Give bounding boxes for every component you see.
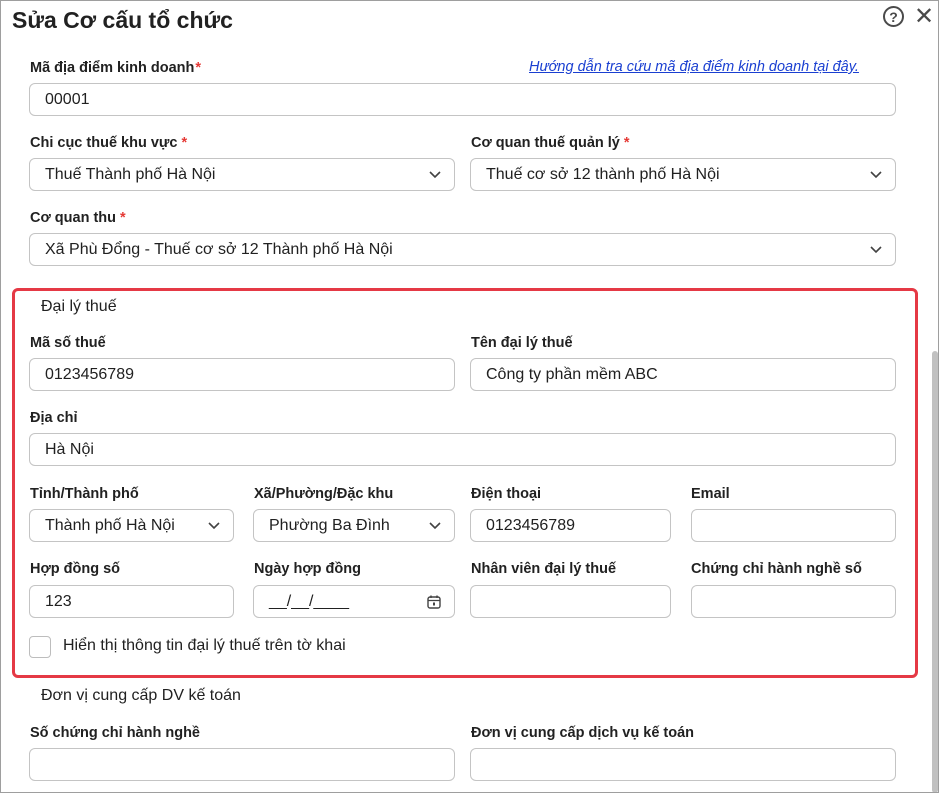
help-icon[interactable]: ? — [883, 6, 904, 27]
cert-input[interactable] — [691, 585, 896, 618]
province-label: Tỉnh/Thành phố — [30, 486, 139, 502]
tax-branch-value: Thuế Thành phố Hà Nội — [45, 165, 216, 183]
agent-name-input[interactable]: Công ty phần mềm ABC — [470, 358, 896, 391]
email-input[interactable] — [691, 509, 896, 542]
contract-date-label: Ngày hợp đồng — [254, 561, 361, 577]
chevron-down-icon — [208, 522, 220, 530]
accounting-provider-input[interactable] — [470, 748, 896, 781]
address-label: Địa chỉ — [30, 410, 78, 426]
tax-code-label: Mã số thuế — [30, 335, 106, 351]
chevron-down-icon — [429, 171, 441, 179]
tax-agent-highlight-box — [12, 288, 918, 678]
phone-value: 0123456789 — [486, 516, 575, 534]
address-input[interactable]: Hà Nội — [29, 433, 896, 466]
phone-input[interactable]: 0123456789 — [470, 509, 671, 542]
chevron-down-icon — [429, 522, 441, 530]
tax-branch-label: Chi cục thuế khu vực * — [30, 135, 188, 151]
business-location-input[interactable]: 00001 — [29, 83, 896, 116]
business-location-label: Mã địa điểm kinh doanh* — [30, 60, 202, 76]
tax-office-label: Cơ quan thuế quản lý * — [471, 135, 630, 151]
tax-branch-select[interactable]: Thuế Thành phố Hà Nội — [29, 158, 455, 191]
ward-select[interactable]: Phường Ba Đình — [253, 509, 455, 542]
collecting-agency-select[interactable]: Xã Phù Đổng - Thuế cơ sở 12 Thành phố Hà… — [29, 233, 896, 266]
tax-office-value: Thuế cơ sở 12 thành phố Hà Nội — [486, 165, 720, 183]
required-marker: * — [623, 135, 630, 151]
accounting-cert-no-input[interactable] — [29, 748, 455, 781]
accounting-cert-no-label: Số chứng chỉ hành nghề — [30, 725, 200, 741]
close-icon[interactable]: ✕ — [913, 3, 935, 30]
required-marker: * — [181, 135, 188, 151]
ward-label: Xã/Phường/Đặc khu — [254, 486, 394, 502]
address-value: Hà Nội — [45, 440, 94, 458]
tax-agent-section-title: Đại lý thuế — [41, 298, 117, 315]
province-select[interactable]: Thành phố Hà Nội — [29, 509, 234, 542]
contract-no-value: 123 — [45, 592, 72, 610]
tax-office-select[interactable]: Thuế cơ sở 12 thành phố Hà Nội — [470, 158, 896, 191]
contract-no-input[interactable]: 123 — [29, 585, 234, 618]
contract-date-placeholder: __/__/____ — [269, 592, 350, 610]
accounting-provider-label: Đơn vị cung cấp dịch vụ kế toán — [471, 725, 695, 741]
tax-code-input[interactable]: 0123456789 — [29, 358, 455, 391]
staff-label: Nhân viên đại lý thuế — [471, 561, 617, 577]
business-location-guide-link[interactable]: Hướng dẫn tra cứu mã địa điểm kinh doanh… — [529, 59, 859, 75]
phone-label: Điện thoại — [471, 486, 542, 502]
show-on-declaration-label: Hiển thị thông tin đại lý thuế trên tờ k… — [63, 637, 346, 654]
required-marker: * — [120, 210, 126, 226]
show-on-declaration-checkbox[interactable] — [29, 636, 51, 658]
scrollbar-thumb[interactable] — [932, 351, 938, 792]
ward-value: Phường Ba Đình — [269, 516, 390, 534]
collecting-agency-value: Xã Phù Đổng - Thuế cơ sở 12 Thành phố Hà… — [45, 240, 393, 258]
agent-name-label: Tên đại lý thuế — [471, 335, 573, 351]
accounting-provider-section-title: Đơn vị cung cấp DV kế toán — [41, 687, 241, 704]
contract-no-label: Hợp đồng số — [30, 561, 121, 577]
agent-name-value: Công ty phần mềm ABC — [486, 365, 658, 383]
business-location-value: 00001 — [45, 90, 90, 108]
chevron-down-icon — [870, 246, 882, 254]
staff-input[interactable] — [470, 585, 671, 618]
edit-org-dialog: Sửa Cơ cấu tổ chức ? ✕ Mã địa điểm kinh … — [0, 0, 939, 793]
collecting-agency-label: Cơ quan thu * — [30, 210, 126, 226]
tax-code-value: 0123456789 — [45, 365, 134, 383]
email-label: Email — [691, 486, 730, 502]
chevron-down-icon — [870, 171, 882, 179]
calendar-icon[interactable] — [426, 594, 442, 610]
province-value: Thành phố Hà Nội — [45, 516, 175, 534]
contract-date-input[interactable]: __/__/____ — [253, 585, 455, 618]
required-marker: * — [195, 60, 202, 76]
dialog-title: Sửa Cơ cấu tổ chức — [12, 7, 233, 33]
cert-label: Chứng chỉ hành nghề số — [691, 561, 862, 577]
